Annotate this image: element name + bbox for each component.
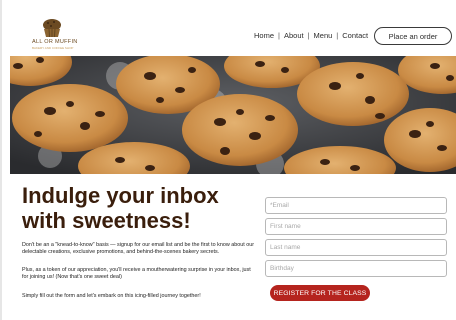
muffin-icon — [43, 19, 61, 38]
brand-name: ALL OR MUFFIN — [32, 39, 78, 45]
signup-headline: Indulge your inbox with sweetness! — [22, 183, 262, 233]
register-button[interactable]: REGISTER FOR THE CLASS — [270, 285, 370, 301]
headline-line-1: Indulge your inbox — [22, 183, 219, 208]
email-field[interactable] — [265, 197, 447, 214]
brand-tagline: BAKERY AND COFFEE SHOP — [32, 46, 74, 50]
hero-image — [10, 56, 456, 174]
intro-paragraph: Don't be an a "knead-to-know" basis — si… — [22, 242, 254, 256]
nav-separator: | — [336, 31, 339, 40]
page: ALL OR MUFFIN BAKERY AND COFFEE SHOP Hom… — [0, 0, 456, 320]
chocolate-chip-cookies-photo — [10, 56, 456, 174]
place-order-button[interactable]: Place an order — [374, 27, 452, 45]
surprise-paragraph: Plus, as a token of our appreciation, yo… — [22, 267, 251, 281]
site-header: ALL OR MUFFIN BAKERY AND COFFEE SHOP Hom… — [10, 0, 454, 56]
nav-link-menu[interactable]: Menu — [314, 31, 333, 40]
nav-link-home[interactable]: Home — [254, 31, 274, 40]
nav-link-contact[interactable]: Contact — [342, 31, 368, 40]
form-instruction-paragraph: Simply fill out the form and let's embar… — [22, 293, 201, 299]
main-nav: Home | About | Menu | Contact — [254, 31, 368, 40]
first-name-field[interactable] — [265, 218, 447, 235]
headline-line-2: with sweetness! — [22, 208, 191, 233]
birthday-field[interactable] — [265, 260, 447, 277]
nav-separator: | — [307, 31, 310, 40]
nav-separator: | — [278, 31, 280, 40]
nav-link-about[interactable]: About — [284, 31, 304, 40]
last-name-field[interactable] — [265, 239, 447, 256]
brand-logo[interactable]: ALL OR MUFFIN BAKERY AND COFFEE SHOP — [32, 18, 78, 50]
